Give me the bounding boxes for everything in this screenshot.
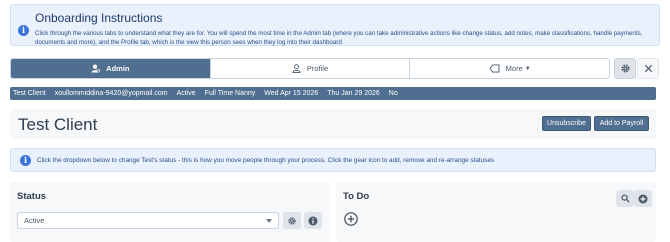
chevron-down-icon: ▼	[524, 65, 531, 72]
todo-panel: To Do	[336, 182, 656, 242]
onboarding-banner: i Onboarding Instructions Click through …	[10, 4, 660, 46]
gear-icon	[620, 64, 630, 73]
info-icon: i	[18, 25, 29, 36]
client-flag: No	[388, 90, 398, 97]
status-tip-text: Click the dropdown below to change Test'…	[37, 157, 495, 164]
tab-admin[interactable]: Admin	[11, 59, 211, 78]
client-type: Full Time Nanny	[204, 90, 256, 97]
todo-add-button[interactable]	[634, 190, 652, 207]
client-name: Test Client	[13, 90, 46, 97]
status-info-button[interactable]	[304, 212, 322, 229]
todo-search-button[interactable]	[616, 190, 634, 207]
tag-icon	[489, 64, 500, 73]
tab-more-label: More	[505, 64, 523, 73]
status-title: Status	[17, 191, 47, 202]
page-header: Test Client Unsubscribe Add to Payroll	[10, 109, 656, 139]
status-tip-banner: i Click the dropdown below to change Tes…	[10, 148, 656, 172]
status-selected-value: Active	[24, 216, 45, 225]
client-email: xoullommiddina-9420@yopmail.com	[54, 90, 168, 97]
add-todo-icon[interactable]	[344, 212, 358, 226]
client-status: Active	[176, 90, 196, 97]
info-icon: i	[20, 155, 31, 166]
tab-bar: Admin Profile More ▼	[10, 58, 610, 79]
person-icon	[292, 64, 301, 73]
plus-circle-icon	[638, 194, 648, 203]
status-select[interactable]: Active	[17, 212, 279, 229]
gear-icon	[288, 216, 296, 225]
onboarding-title: Onboarding Instructions	[35, 11, 163, 25]
unsubscribe-button[interactable]: Unsubscribe	[542, 116, 591, 131]
onboarding-body: Click through the various tabs to unders…	[35, 30, 643, 46]
tab-profile-label: Profile	[306, 64, 329, 73]
status-settings-button[interactable]	[283, 212, 301, 229]
tab-profile[interactable]: Profile	[211, 59, 411, 78]
search-icon	[620, 194, 630, 203]
status-panel: Status Active	[10, 182, 330, 242]
page-title: Test Client	[18, 115, 98, 134]
caret-down-icon	[266, 219, 272, 223]
client-date-1: Wed Apr 15 2026	[264, 90, 319, 97]
tab-admin-label: Admin	[106, 64, 130, 73]
client-date-2: Thu Jan 29 2026	[327, 90, 380, 97]
todo-title: To Do	[343, 191, 370, 202]
settings-button[interactable]	[614, 58, 636, 79]
tab-more[interactable]: More ▼	[410, 59, 609, 78]
info-circle-icon	[308, 216, 318, 225]
add-to-payroll-button[interactable]: Add to Payroll	[594, 116, 649, 131]
close-icon	[644, 64, 652, 73]
client-info-bar: Test Client xoullommiddina-9420@yopmail.…	[10, 87, 656, 100]
close-button[interactable]	[637, 58, 659, 79]
admin-user-icon	[91, 64, 101, 73]
